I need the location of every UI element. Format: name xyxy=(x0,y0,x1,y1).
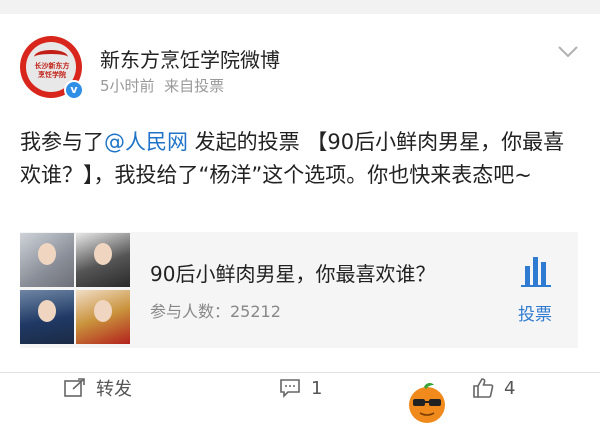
top-spacer xyxy=(0,0,600,14)
comment-button[interactable]: 1 xyxy=(279,375,322,401)
candidate-photo xyxy=(76,290,130,344)
watermark-orange-icon xyxy=(409,382,445,423)
avatar-logo-text: 长沙新东方 烹饪学院 xyxy=(34,62,70,79)
like-button[interactable]: 4 xyxy=(472,375,515,401)
like-icon xyxy=(473,378,494,398)
comment-count: 1 xyxy=(311,377,323,399)
vote-card[interactable]: 90后小鲜肉男星，你最喜欢谁？ 参与人数：25212 投票 xyxy=(20,232,578,348)
post-meta: 5小时前 来自投票 xyxy=(100,75,224,96)
post-text: 我参与了@人民网 发起的投票 【90后小鲜肉男星，你最喜欢谁？】，我投给了“杨洋… xyxy=(20,126,585,192)
repost-icon xyxy=(64,378,85,397)
bottom-spacer xyxy=(0,405,600,433)
candidate-photo xyxy=(20,290,74,344)
post-text-prefix: 我参与了 xyxy=(20,130,104,154)
post-source[interactable]: 来自投票 xyxy=(164,77,224,95)
mention-link[interactable]: @人民网 xyxy=(104,130,188,154)
candidate-photo xyxy=(76,233,130,287)
verified-icon: v xyxy=(64,80,84,100)
like-count: 4 xyxy=(504,377,516,399)
comment-icon xyxy=(280,379,300,398)
vote-title: 90后小鲜肉男星，你最喜欢谁？ xyxy=(150,262,436,286)
account-name[interactable]: 新东方烹饪学院微博 xyxy=(100,44,280,73)
vote-button[interactable]: 投票 xyxy=(518,300,552,325)
repost-button[interactable]: 转发 xyxy=(64,375,132,401)
action-bar: 转发 1 4 xyxy=(0,373,600,405)
vote-participants: 参与人数：25212 xyxy=(150,302,281,321)
chevron-down-icon[interactable] xyxy=(557,44,579,60)
bar-chart-icon xyxy=(521,257,551,287)
post-time: 5小时前 xyxy=(100,77,155,95)
candidate-photo xyxy=(20,233,74,287)
weibo-post-card: 长沙新东方 烹饪学院 v 新东方烹饪学院微博 5小时前 来自投票 我参与了@人民… xyxy=(0,14,600,372)
repost-label: 转发 xyxy=(96,379,132,400)
